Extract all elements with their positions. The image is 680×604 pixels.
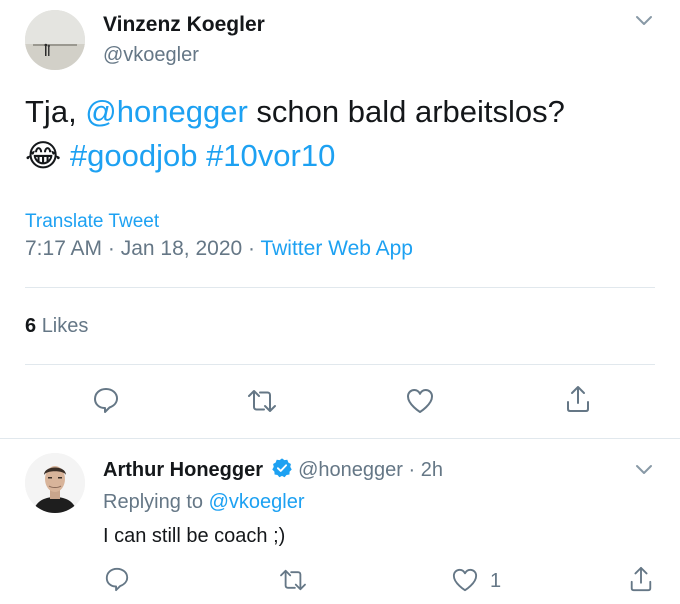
hashtag-link-10vor10[interactable]: #10vor10 — [206, 138, 335, 173]
author-name[interactable]: Vinzenz Koegler — [103, 12, 265, 38]
share-icon[interactable] — [564, 384, 592, 414]
reply-author-handle[interactable]: @honegger — [298, 459, 403, 481]
reply-author-name[interactable]: Arthur Honegger — [103, 459, 263, 481]
reply-icon[interactable] — [104, 566, 130, 592]
tweet-date: Jan 18, 2020 — [120, 237, 243, 260]
reply-like-count: 1 — [490, 570, 502, 592]
meta-separator: · — [102, 237, 121, 260]
share-icon[interactable] — [628, 565, 654, 593]
likes-label: Likes — [41, 315, 89, 337]
likes-count: 6 — [25, 315, 37, 337]
laughing-emoji: 😂 — [25, 138, 62, 174]
reply-time-separator: · — [402, 459, 421, 481]
replying-prefix: Replying to — [103, 491, 209, 513]
tweet-meta: 7:17 AM · Jan 18, 2020 · Twitter Web App — [25, 236, 413, 262]
tweet-divider — [0, 438, 680, 439]
translate-tweet-link[interactable]: Translate Tweet — [25, 210, 159, 234]
chevron-down-icon[interactable] — [635, 463, 653, 481]
reply-text: I can still be coach ;) — [103, 525, 286, 547]
verified-badge-icon — [271, 457, 293, 486]
tweet-text: Tja, @honegger schon bald arbeitslos? 😂 … — [25, 90, 645, 178]
heart-icon[interactable] — [405, 387, 435, 415]
retweet-icon[interactable] — [246, 388, 278, 414]
tweet-text-rest: schon bald arbeitslos? — [247, 94, 565, 129]
tweet-time: 7:17 AM — [25, 237, 103, 260]
hashtag-link-goodjob[interactable]: #goodjob — [70, 138, 198, 173]
meta-separator: · — [242, 237, 261, 260]
author-avatar[interactable] — [25, 10, 85, 70]
retweet-icon[interactable] — [278, 568, 308, 592]
replying-to-link[interactable]: @vkoegler — [209, 491, 305, 513]
divider — [25, 364, 655, 365]
reply-header: Arthur Honegger @honegger · 2h — [103, 457, 443, 486]
tweet-text-prefix: Tja, — [25, 94, 86, 129]
reply-time[interactable]: 2h — [421, 459, 443, 481]
heart-icon[interactable] — [451, 567, 479, 593]
likes-stat[interactable]: 6 Likes — [25, 313, 88, 339]
divider — [25, 287, 655, 288]
author-handle[interactable]: @vkoegler — [103, 42, 199, 68]
tweet-source-link[interactable]: Twitter Web App — [260, 237, 413, 260]
replying-to: Replying to @vkoegler — [103, 489, 305, 515]
chevron-down-icon[interactable] — [635, 14, 653, 32]
reply-icon[interactable] — [92, 386, 120, 414]
mention-link[interactable]: @honegger — [85, 94, 247, 129]
reply-author-avatar[interactable] — [25, 453, 85, 513]
